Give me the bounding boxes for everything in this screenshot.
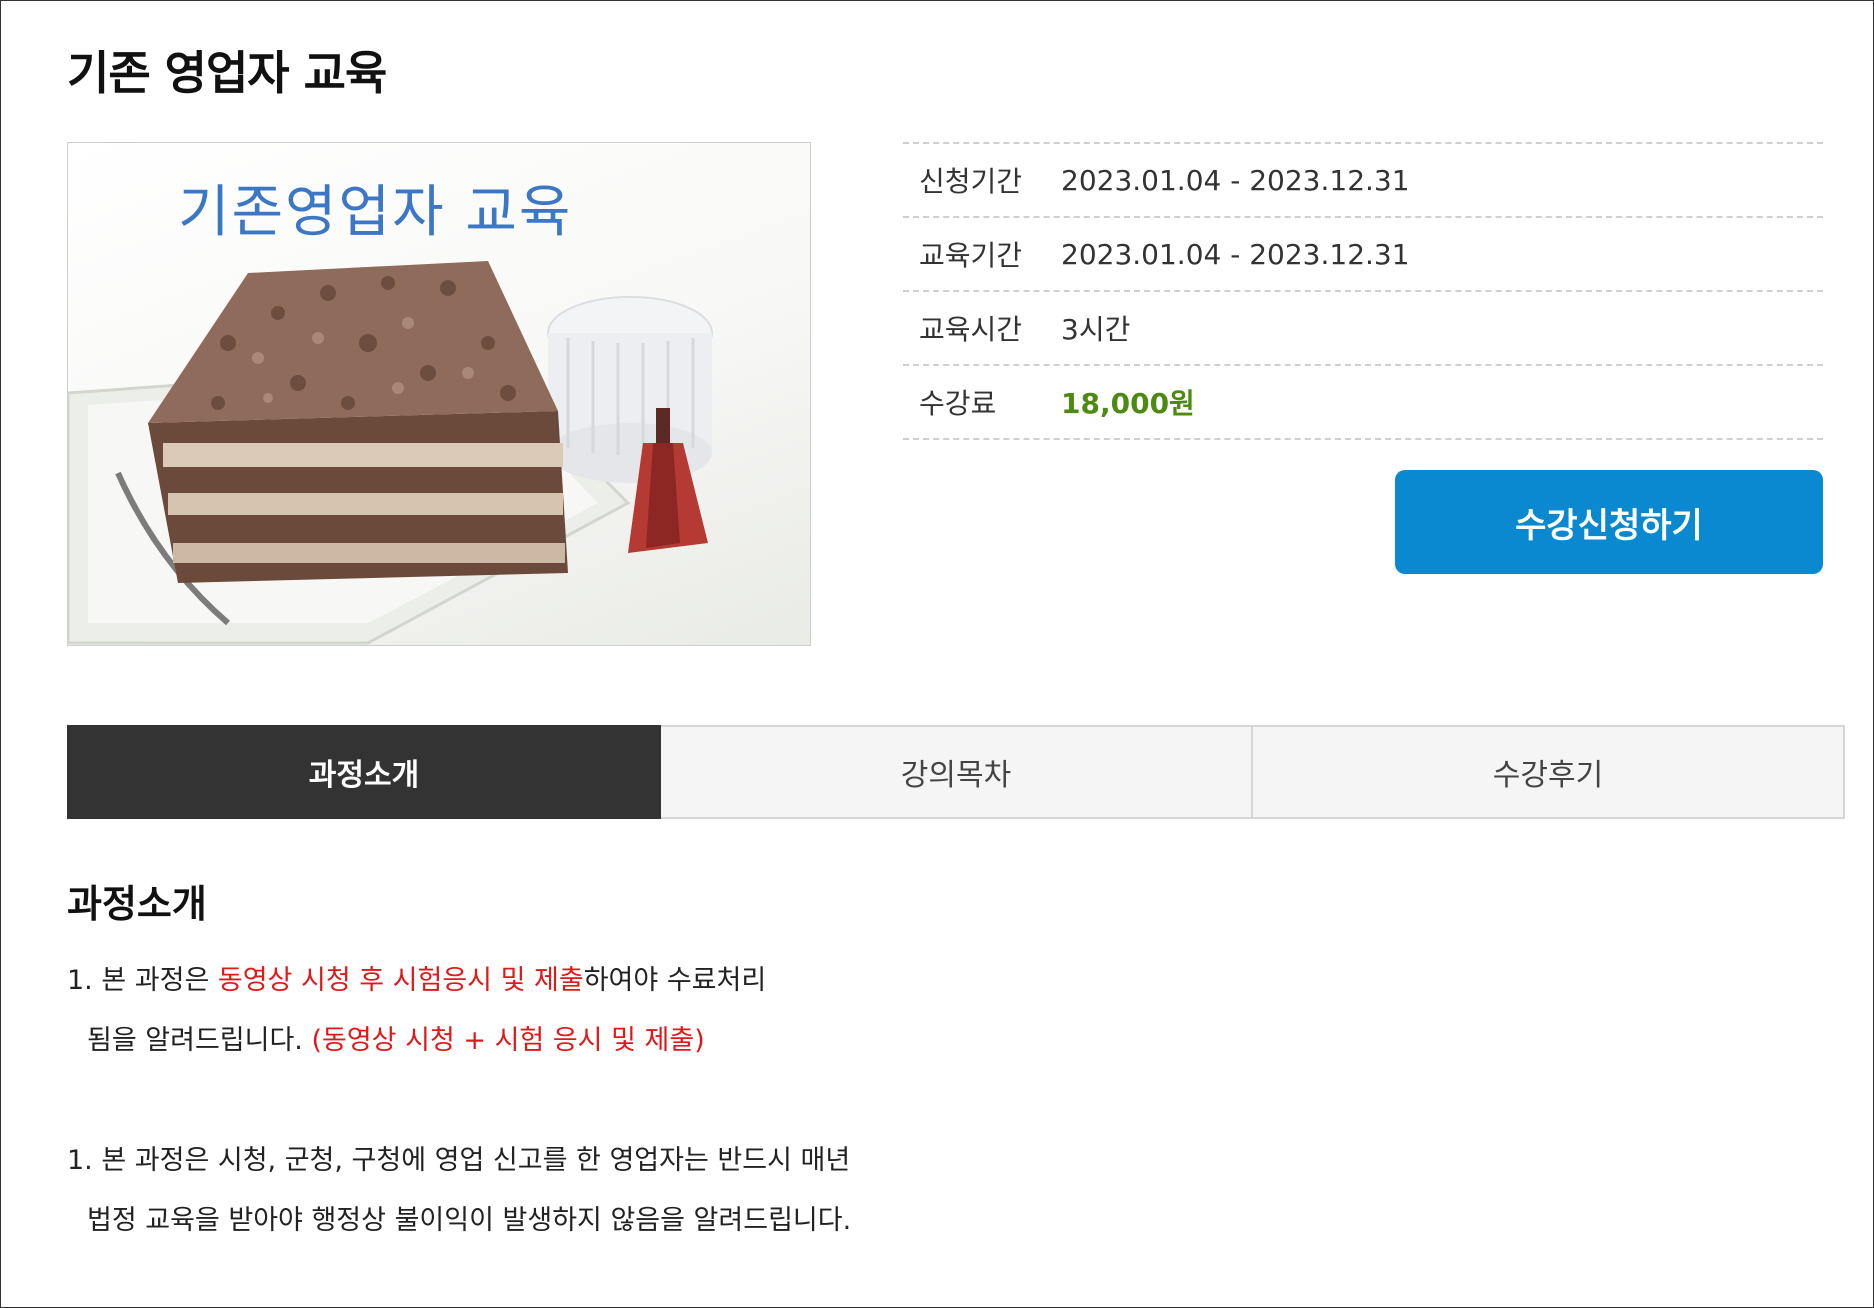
p2-line2: 법정 교육을 받아야 행정상 불이익이 발생하지 않음을 알려드립니다. [87, 1205, 852, 1236]
p1-highlight: 동영상 시청 후 시험응시 및 제출 [217, 965, 584, 996]
p1-line2: 됨을 알려드립니다. [87, 1025, 312, 1056]
fee-value: 18,000원 [1061, 387, 1195, 420]
info-value: 2023.01.04 - 2023.12.31 [1061, 237, 1410, 271]
info-label: 신청기간 [919, 165, 1023, 198]
course-info-table: 신청기간 2023.01.04 - 2023.12.31 교육기간 2023.0… [903, 142, 1823, 440]
info-label: 수강료 [919, 387, 997, 420]
p2-line1: 1. 본 과정은 시청, 군청, 구청에 영업 신고를 한 영업자는 반드시 매… [67, 1145, 851, 1176]
info-label: 교육시간 [919, 313, 1023, 346]
notice-paragraph-1: 1. 본 과정은 동영상 시청 후 시험응시 및 제출하여야 수료처리 됨을 알… [67, 951, 766, 1071]
tab-reviews[interactable]: 수강후기 [1253, 725, 1845, 819]
info-row-edu-hours: 교육시간 3시간 [903, 292, 1823, 366]
info-row-apply-period: 신청기간 2023.01.04 - 2023.12.31 [903, 144, 1823, 218]
thumbnail-caption: 기존영업자 교육 [178, 180, 573, 245]
info-row-fee: 수강료 18,000원 [903, 366, 1823, 440]
info-value: 2023.01.04 - 2023.12.31 [1061, 163, 1410, 197]
section-title: 과정소개 [67, 882, 207, 926]
p1-suffix: 하여야 수료처리 [583, 965, 767, 996]
tab-bar: 과정소개 강의목차 수강후기 [67, 725, 1845, 819]
page-frame: 기존 영업자 교육 기존영업자 교육 신청기간 2023.01.04 - 202… [0, 0, 1874, 1308]
p1-line2-highlight: (동영상 시청 + 시험 응시 및 제출) [311, 1025, 705, 1056]
p1-prefix: 1. 본 과정은 [67, 965, 218, 996]
tab-course-intro[interactable]: 과정소개 [67, 725, 661, 819]
info-value: 3시간 [1061, 313, 1131, 346]
notice-paragraph-2: 1. 본 과정은 시청, 군청, 구청에 영업 신고를 한 영업자는 반드시 매… [67, 1131, 851, 1251]
info-label: 교육기간 [919, 239, 1023, 272]
tab-curriculum[interactable]: 강의목차 [661, 725, 1253, 819]
info-row-edu-period: 교육기간 2023.01.04 - 2023.12.31 [903, 218, 1823, 292]
course-thumbnail: 기존영업자 교육 [67, 142, 811, 646]
apply-button[interactable]: 수강신청하기 [1395, 470, 1823, 574]
page-title: 기존 영업자 교육 [67, 46, 387, 100]
